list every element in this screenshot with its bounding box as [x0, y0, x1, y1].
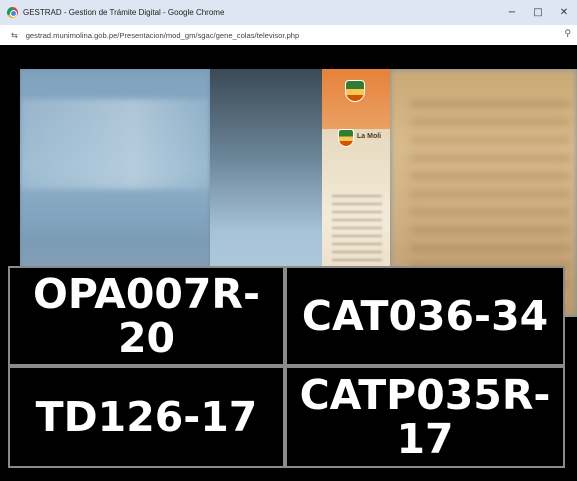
page-viewport: La Moli OPA007R-20 CAT036-34 TD126-17 CA…: [0, 45, 577, 481]
ticket-cell: CATP035R-17: [285, 366, 565, 468]
browser-titlebar: GESTRAD - Gestion de Trámite Digital - G…: [0, 0, 577, 25]
municipal-emblem-icon: [345, 80, 365, 102]
ticket-cell: CAT036-34: [285, 266, 565, 366]
close-button[interactable]: ✕: [551, 0, 577, 25]
ticket-cell: TD126-17: [8, 366, 285, 468]
video-blur-stripes: [410, 89, 570, 289]
chrome-icon: [7, 7, 18, 18]
minimize-button[interactable]: −: [499, 0, 525, 25]
municipal-logo-icon: [338, 129, 354, 147]
address-bar: ⇆ gestrad.munimolina.gob.pe/Presentacion…: [0, 25, 577, 45]
video-light-stripe: [20, 99, 210, 189]
banner-text-lines: [332, 189, 382, 269]
banner-text: La Moli: [357, 133, 382, 140]
zoom-icon[interactable]: ⚲: [564, 29, 571, 39]
url-field[interactable]: gestrad.munimolina.gob.pe/Presentacion/m…: [26, 31, 300, 40]
site-settings-icon[interactable]: ⇆: [11, 31, 18, 40]
ticket-cell: OPA007R-20: [8, 266, 285, 366]
ticket-queue-grid: OPA007R-20 CAT036-34 TD126-17 CATP035R-1…: [8, 266, 565, 468]
window-controls: − □ ✕: [499, 0, 577, 25]
window-title: GESTRAD - Gestion de Trámite Digital - G…: [23, 8, 225, 17]
maximize-button[interactable]: □: [525, 0, 551, 25]
